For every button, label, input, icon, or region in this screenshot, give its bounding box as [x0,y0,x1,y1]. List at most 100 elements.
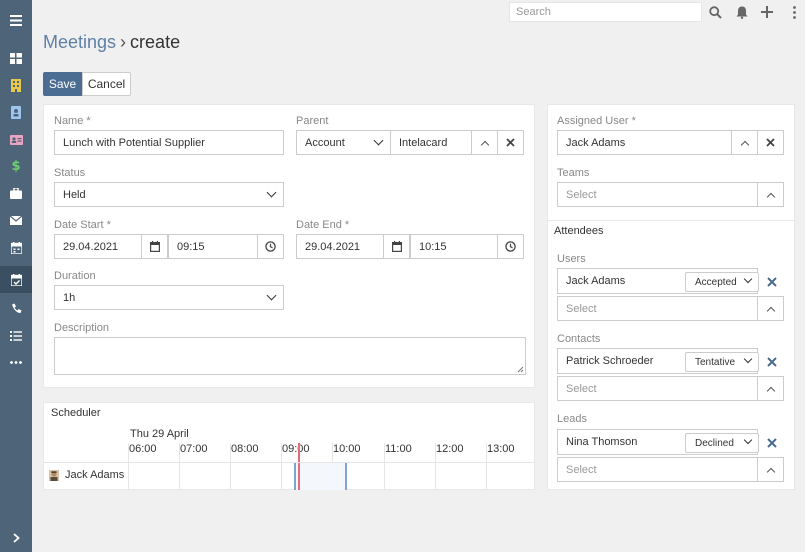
remove-lead-icon[interactable] [766,437,778,449]
attendee-user-status: Accepted [695,276,737,288]
assigned-user-select-button[interactable] [731,130,758,155]
sidebar-item-email[interactable] [0,207,32,234]
name-input[interactable]: Lunch with Potential Supplier [54,130,284,155]
date-end-calendar-button[interactable] [383,234,410,259]
contacts-select-button[interactable] [757,376,784,401]
clock-icon [265,241,276,252]
attendee-contact-status-select[interactable]: Tentative [685,352,759,372]
chevron-down-icon [266,290,277,301]
breadcrumb-separator: › [120,32,127,52]
sidebar-item-contacts[interactable] [0,99,32,126]
description-textarea[interactable] [54,337,526,375]
plus-icon[interactable] [758,3,776,21]
chevron-up-icon [766,386,775,395]
cancel-button[interactable]: Cancel [82,72,131,96]
chevron-down-icon [266,187,277,198]
event-start-marker [294,463,296,490]
sidebar-item-dashboard[interactable] [0,45,32,72]
status-label: Status [54,167,86,179]
hour-label: 13:00 [487,443,515,455]
status-select[interactable]: Held [54,182,284,207]
leads-placeholder: Select [566,463,597,476]
remove-contact-icon[interactable] [766,356,778,368]
leads-select-button[interactable] [757,457,784,482]
sidebar-expand-button[interactable] [0,524,32,552]
sidebar-item-more[interactable] [0,349,32,376]
teams-placeholder: Select [566,188,597,201]
remove-user-icon[interactable] [766,276,778,288]
hour-label: 09:00 [282,443,310,455]
date-end-date-input[interactable]: 29.04.2021 [296,234,384,259]
sidebar-item-meetings[interactable] [0,266,32,293]
resize-handle-icon[interactable] [517,366,524,373]
phone-icon [11,303,21,313]
date-end-time-input[interactable]: 10:15 [410,234,498,259]
parent-select-button[interactable] [471,130,498,155]
current-time-line [298,443,300,490]
date-start-time-input[interactable]: 09:15 [168,234,258,259]
date-start-calendar-button[interactable] [141,234,168,259]
date-end-time-button[interactable] [497,234,524,259]
attendees-title: Attendees [554,225,604,237]
teams-input[interactable]: Select [557,182,758,207]
attendee-user-status-select[interactable]: Accepted [685,272,759,292]
bell-icon[interactable] [733,3,751,21]
calendar-check-icon [10,273,22,286]
attendee-lead-status-select[interactable]: Declined [685,433,759,453]
scheduler-title: Scheduler [51,407,101,419]
chevron-down-icon [373,135,384,146]
tasks-icon [10,330,22,341]
parent-type-select[interactable]: Account [296,130,391,155]
building-icon [11,79,21,92]
briefcase-icon [10,188,22,199]
name-label: Name * [54,115,91,127]
duration-label: Duration [54,270,96,282]
contacts-input[interactable]: Select [557,376,758,401]
scheduler-date: Thu 29 April [130,428,189,440]
assigned-user-clear-button[interactable] [757,130,784,155]
sidebar-item-calls[interactable] [0,295,32,322]
teams-select-button[interactable] [757,182,784,207]
sidebar-item-leads[interactable] [0,126,32,153]
description-label: Description [54,322,110,334]
parent-type-value: Account [305,136,345,149]
search-icon[interactable] [706,3,724,21]
menu-toggle-icon[interactable] [0,6,32,34]
save-button[interactable]: Save [43,72,82,96]
more-vertical-icon[interactable] [785,3,803,21]
event-end-marker [345,463,347,490]
chevron-up-icon [766,192,775,201]
breadcrumb-meetings[interactable]: Meetings [43,32,116,52]
avatar [49,469,59,481]
users-select-button[interactable] [757,296,784,321]
sidebar-item-cases[interactable] [0,180,32,207]
side-panel: Assigned User * Jack Adams Teams Select … [547,104,795,490]
search-input[interactable] [509,2,702,22]
breadcrumb-current: create [130,32,181,52]
more-icon [10,361,22,364]
chevron-down-icon [743,274,753,284]
attendee-lead-status: Declined [695,437,734,449]
contacts-placeholder: Select [566,382,597,395]
calendar-icon [10,241,22,254]
assigned-user-input[interactable]: Jack Adams [557,130,732,155]
top-bar [32,0,805,24]
parent-input[interactable]: Intelacard [390,130,472,155]
parent-label: Parent [296,115,329,127]
duration-value: 1h [63,291,76,304]
parent-clear-button[interactable] [497,130,524,155]
duration-select[interactable]: 1h [54,285,284,310]
date-start-time-button[interactable] [257,234,284,259]
sidebar-item-accounts[interactable] [0,72,32,99]
users-input[interactable]: Select [557,296,758,321]
attendee-contact-name: Patrick Schroeder [566,355,654,367]
sidebar-item-opportunities[interactable]: $ [0,153,32,180]
chevron-up-icon [766,306,775,315]
date-start-label: Date Start * [54,219,111,231]
sidebar-item-tasks[interactable] [0,322,32,349]
sidebar-item-calendar[interactable] [0,234,32,261]
date-start-date-input[interactable]: 29.04.2021 [54,234,142,259]
calendar-icon [149,241,160,252]
leads-input[interactable]: Select [557,457,758,482]
calendar-icon [391,241,402,252]
